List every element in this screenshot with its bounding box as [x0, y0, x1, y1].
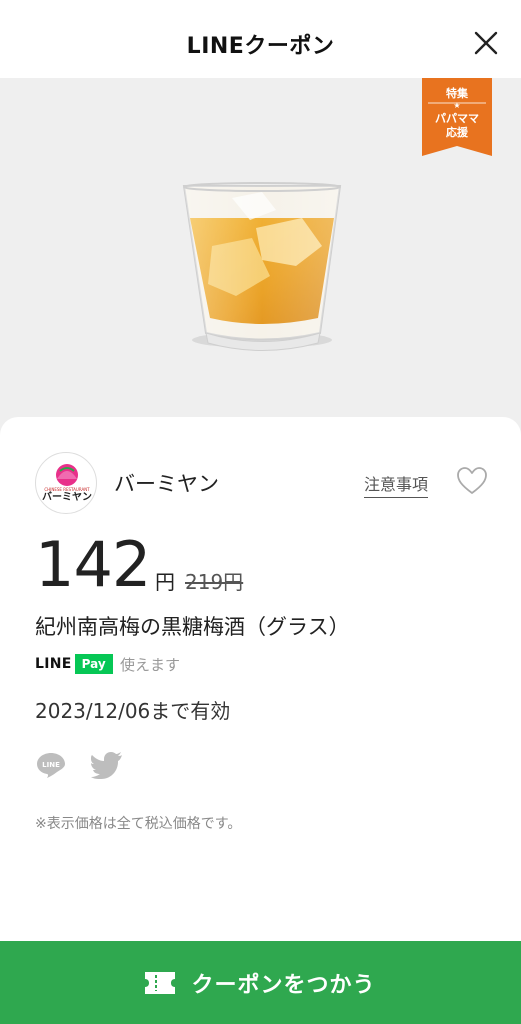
price-row: 142 円 219円 [35, 530, 435, 600]
line-pay-line-text: LINE [35, 656, 72, 672]
use-coupon-button[interactable]: クーポンをつかう [0, 941, 521, 1024]
product-name: 紀州南高梅の黒糖梅酒（グラス） [35, 615, 350, 639]
badge-star: ★ [453, 101, 461, 110]
ticket-icon [145, 971, 176, 994]
line-pay-pay-text: Pay [74, 654, 113, 674]
notes-link[interactable]: 注意事項 [364, 471, 429, 498]
discount-price: 142 [35, 528, 151, 601]
page-title: LINEクーポン [186, 34, 335, 59]
store-logo[interactable]: CHINESE RESTAURANT バーミヤン [35, 452, 97, 514]
line-share-icon[interactable]: LINE [36, 751, 66, 779]
heart-icon[interactable] [456, 466, 488, 496]
badge-line3: 応援 [446, 126, 468, 139]
use-coupon-label: クーポンをつかう [191, 972, 376, 998]
svg-text:LINE: LINE [42, 761, 60, 769]
feature-badge: 特集 ★ パパママ 応援 [422, 78, 492, 156]
twitter-share-icon[interactable] [91, 751, 123, 779]
badge-line2: パパママ [435, 112, 479, 125]
svg-text:バーミヤン: バーミヤン [42, 491, 92, 503]
payment-available-text: 使えます [120, 656, 181, 674]
store-name[interactable]: バーミヤン [114, 468, 219, 498]
validity-date: 2023/12/06まで有効 [35, 699, 231, 723]
header-bar: LINEクーポン [0, 0, 521, 78]
line-pay-logo: LINE Pay [35, 654, 113, 674]
tax-note: ※表示価格は全て税込価格です。 [35, 816, 242, 832]
original-price: 219円 [185, 570, 244, 594]
price-yen: 円 [155, 570, 175, 594]
close-icon[interactable] [473, 30, 499, 56]
